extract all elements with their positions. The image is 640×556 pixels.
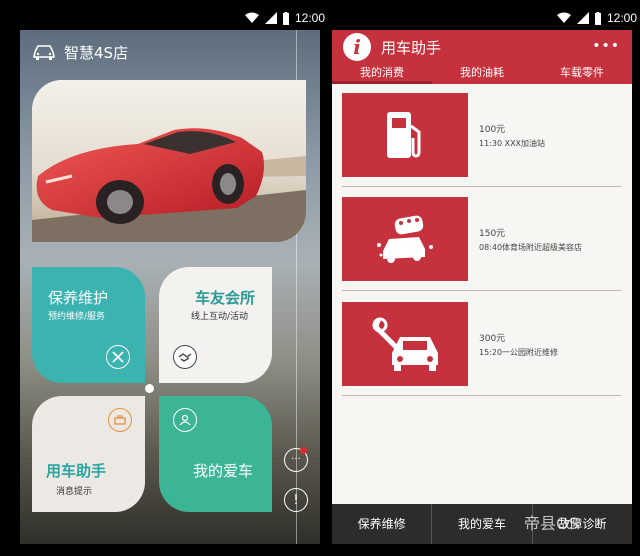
tile-title: 用车助手: [46, 462, 107, 480]
tile-maintenance[interactable]: 保养维护 预约维修/服务: [32, 267, 145, 383]
tile-subtitle: 消息提示: [56, 487, 93, 497]
app-header: i 用车助手 ••• 我的消费 我的油耗 车载零件: [332, 30, 632, 84]
signal-icon: [265, 12, 277, 24]
signal-icon: [577, 12, 589, 24]
list-item[interactable]: 300元 15:20一公园附近维修: [342, 302, 621, 396]
clock: 12:00: [607, 11, 638, 25]
tab-bar: 我的消费 我的油耗 车载零件: [332, 64, 632, 84]
tab-my-spending[interactable]: 我的消费: [332, 64, 432, 84]
wifi-icon: [245, 12, 259, 23]
tile-subtitle: 线上互动/活动: [191, 312, 249, 322]
info-icon[interactable]: !: [284, 488, 308, 512]
tools-icon: [106, 345, 130, 369]
info-icon: i: [343, 33, 371, 61]
handshake-icon: [173, 345, 197, 369]
list-item[interactable]: 150元 08:40体育场附近超级美容店: [342, 197, 621, 291]
status-bar-right: 12:00: [556, 8, 637, 28]
tab-my-fuel[interactable]: 我的油耗: [432, 64, 532, 84]
battery-icon: [283, 11, 289, 25]
app-header: 智慧4S店: [20, 30, 320, 74]
item-detail: 08:40体育场附近超级美容店: [479, 243, 583, 252]
notification-badge: [300, 447, 307, 454]
car-icon: [33, 45, 55, 60]
clock: 12:00: [295, 11, 326, 25]
tile-title: 我的爱车: [193, 462, 254, 480]
hero-banner[interactable]: [32, 80, 306, 242]
tile-car-club[interactable]: 车友会所 线上互动/活动: [159, 267, 272, 383]
watermark: 帝县OS: [524, 514, 579, 533]
item-amount: 150元: [479, 229, 506, 239]
app-title: 智慧4S店: [64, 43, 129, 62]
tile-my-car[interactable]: 我的爱车: [159, 396, 272, 512]
gas-pump-icon: [342, 93, 468, 177]
status-bar-left: 12:00: [244, 8, 325, 28]
item-detail: 15:20一公园附近维修: [479, 348, 559, 357]
page-indicator-dot: [145, 384, 154, 393]
item-amount: 300元: [479, 334, 506, 344]
battery-icon: [595, 11, 601, 25]
bottom-nav: 保养维修 我的爱车 故障诊断: [332, 504, 632, 544]
toolbox-icon: [108, 408, 132, 432]
red-sports-car-image: [32, 80, 306, 242]
item-amount: 100元: [479, 125, 506, 135]
page-title: 用车助手: [381, 39, 442, 57]
user-icon: [173, 408, 197, 432]
car-wash-icon: [342, 197, 468, 281]
tile-car-assistant[interactable]: 用车助手 消息提示: [32, 396, 145, 512]
tile-title: 保养维护: [48, 289, 109, 307]
list-item[interactable]: 100元 11:30 XXX加油站: [342, 93, 621, 187]
car-repair-icon: [342, 302, 468, 386]
item-detail: 11:30 XXX加油站: [479, 139, 546, 148]
tab-car-parts[interactable]: 车载零件: [532, 64, 632, 84]
tile-title: 车友会所: [195, 289, 256, 307]
assistant-screen: i 用车助手 ••• 我的消费 我的油耗 车载零件 100元 11:30 XXX…: [332, 30, 632, 544]
tile-subtitle: 预约维修/服务: [48, 312, 106, 322]
home-screen: 智慧4S店 保养维护 预约维修/服务 车友会所 线上互动/活动 用车助手 消息提…: [20, 30, 320, 544]
nav-maintenance[interactable]: 保养维修: [332, 504, 431, 544]
wifi-icon: [557, 12, 571, 23]
nav-my-car[interactable]: 我的爱车: [431, 504, 531, 544]
more-options-icon[interactable]: •••: [592, 38, 620, 54]
